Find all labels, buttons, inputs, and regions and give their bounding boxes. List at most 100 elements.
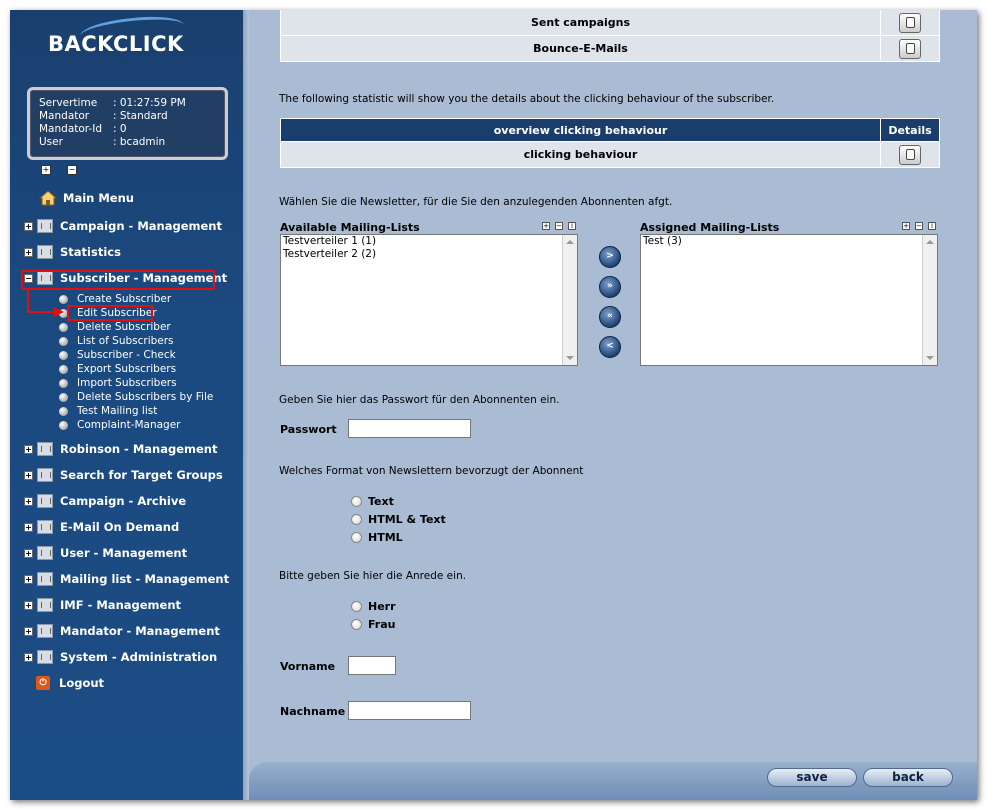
info-row-mandator: Mandator: Standard	[39, 110, 168, 122]
available-lists-title: Available Mailing-Lists	[280, 221, 420, 234]
plus-icon: +	[24, 574, 33, 584]
plus-icon: +	[24, 600, 33, 610]
nav-campaign-management[interactable]: + Campaign - Management	[24, 217, 222, 235]
subnav-subscriber-check[interactable]: Subscriber - Check	[59, 348, 176, 362]
subnav-delete-subscribers-by-file[interactable]: Delete Subscribers by File	[59, 390, 213, 404]
row-label-clicking-behaviour: clicking behaviour	[280, 141, 881, 168]
list-item[interactable]: Testverteiler 2 (2)	[281, 248, 577, 261]
format-option-html-text-label: HTML & Text	[368, 513, 446, 526]
nav-main-menu-label: Main Menu	[63, 191, 134, 205]
details-button-icon[interactable]	[899, 144, 921, 165]
plus-icon: +	[24, 221, 33, 231]
list-item[interactable]: Testverteiler 1 (1)	[281, 235, 577, 248]
clicking-table: overview clicking behaviour Details click…	[280, 118, 940, 168]
format-option-html-label: HTML	[368, 531, 403, 544]
minus-icon[interactable]: −	[915, 222, 923, 230]
folder-icon	[37, 520, 53, 534]
plus-icon: +	[24, 626, 33, 636]
subnav-create-subscriber[interactable]: Create Subscriber	[59, 292, 171, 306]
save-button[interactable]: save	[767, 768, 857, 787]
divider	[243, 10, 249, 800]
password-description: Geben Sie hier das Passwort für den Abon…	[279, 394, 560, 406]
scroll-up-icon[interactable]	[926, 240, 934, 244]
assigned-lists-box[interactable]: Test (3)	[640, 234, 938, 366]
move-all-right-button[interactable]: »	[599, 276, 621, 298]
folder-icon	[37, 219, 53, 233]
subnav-import-subscribers[interactable]: Import Subscribers	[59, 376, 177, 390]
firstname-input[interactable]	[348, 656, 396, 675]
server-info-box: Servertime: 01:27:59 PM Mandator: Standa…	[27, 87, 228, 160]
subnav-export-subscribers[interactable]: Export Subscribers	[59, 362, 176, 376]
row-label-bounce-emails: Bounce-E-Mails	[280, 35, 881, 62]
subnav-delete-subscriber[interactable]: Delete Subscriber	[59, 320, 171, 334]
column-header-details: Details	[880, 118, 940, 142]
nav-user-management[interactable]: + User - Management	[24, 544, 187, 562]
main-content: Sent campaigns Bounce-E-Mails The follow…	[243, 10, 977, 800]
minus-icon[interactable]: −	[555, 222, 563, 230]
subnav-complaint-manager[interactable]: Complaint-Manager	[59, 418, 181, 432]
password-input[interactable]	[348, 419, 471, 438]
bullet-icon	[59, 364, 68, 374]
nav-statistics[interactable]: + Statistics	[24, 243, 121, 261]
details-button-icon[interactable]	[899, 12, 921, 33]
format-radio-html-text[interactable]	[351, 514, 362, 525]
bullet-icon	[59, 378, 68, 388]
nav-robinson-management[interactable]: + Robinson - Management	[24, 440, 217, 458]
move-left-button[interactable]: <	[599, 336, 621, 358]
table-header-row: overview clicking behaviour Details	[280, 118, 940, 142]
salutation-option-frau-label: Frau	[368, 618, 396, 631]
list-item[interactable]: Test (3)	[641, 235, 937, 248]
nav-system-administration[interactable]: + System - Administration	[24, 648, 217, 666]
nav-campaign-archive[interactable]: + Campaign - Archive	[24, 492, 186, 510]
logo: BACKCLICK	[48, 12, 186, 56]
nav-logout[interactable]: ⏻ Logout	[24, 674, 104, 692]
format-radio-text[interactable]	[351, 496, 362, 507]
table-row: Sent campaigns	[280, 10, 940, 36]
row-label-sent-campaigns: Sent campaigns	[280, 10, 881, 36]
scrollbar[interactable]	[922, 235, 937, 365]
scroll-down-icon[interactable]	[566, 356, 574, 360]
plus-icon: +	[24, 522, 33, 532]
info-row-user: User: bcadmin	[39, 136, 166, 148]
scroll-down-icon[interactable]	[926, 356, 934, 360]
folder-icon	[37, 245, 53, 259]
table-row: clicking behaviour	[280, 141, 940, 168]
info-icon[interactable]: i	[928, 222, 936, 230]
move-right-button[interactable]: >	[599, 246, 621, 268]
available-lists-box[interactable]: Testverteiler 1 (1) Testverteiler 2 (2)	[280, 234, 578, 366]
table-row: Bounce-E-Mails	[280, 35, 940, 62]
scroll-up-icon[interactable]	[566, 240, 574, 244]
scrollbar[interactable]	[562, 235, 577, 365]
lastname-input[interactable]	[348, 701, 471, 720]
info-icon[interactable]: i	[568, 222, 576, 230]
expand-all-icon[interactable]: +	[41, 165, 51, 175]
subnav-list-of-subscribers[interactable]: List of Subscribers	[59, 334, 174, 348]
salutation-radio-herr[interactable]	[351, 601, 362, 612]
nav-mandator-management[interactable]: + Mandator - Management	[24, 622, 220, 640]
folder-icon	[37, 442, 53, 456]
column-header: overview clicking behaviour	[280, 118, 881, 142]
nav-email-on-demand[interactable]: + E-Mail On Demand	[24, 518, 179, 536]
nav-main-menu[interactable]: Main Menu	[39, 189, 134, 207]
nav-search-target-groups[interactable]: + Search for Target Groups	[24, 466, 223, 484]
home-icon	[39, 190, 57, 206]
arrow-head-icon	[54, 307, 64, 317]
move-all-left-button[interactable]: «	[599, 306, 621, 328]
collapse-all-icon[interactable]: −	[67, 165, 77, 175]
format-option-text-label: Text	[368, 495, 394, 508]
details-button-icon[interactable]	[899, 38, 921, 59]
folder-icon	[37, 468, 53, 482]
folder-icon	[37, 546, 53, 560]
back-button[interactable]: back	[863, 768, 953, 787]
plus-icon[interactable]: +	[902, 222, 910, 230]
nav-mailing-list-management[interactable]: + Mailing list - Management	[24, 570, 229, 588]
sidebar: BACKCLICK Servertime: 01:27:59 PM Mandat…	[10, 10, 243, 800]
folder-icon	[37, 650, 53, 664]
plus-icon[interactable]: +	[542, 222, 550, 230]
nav-imf-management[interactable]: + IMF - Management	[24, 596, 181, 614]
subnav-test-mailing-list[interactable]: Test Mailing list	[59, 404, 157, 418]
lastname-label: Nachname	[280, 705, 346, 718]
bullet-icon	[59, 392, 68, 402]
salutation-radio-frau[interactable]	[351, 619, 362, 630]
format-radio-html[interactable]	[351, 532, 362, 543]
